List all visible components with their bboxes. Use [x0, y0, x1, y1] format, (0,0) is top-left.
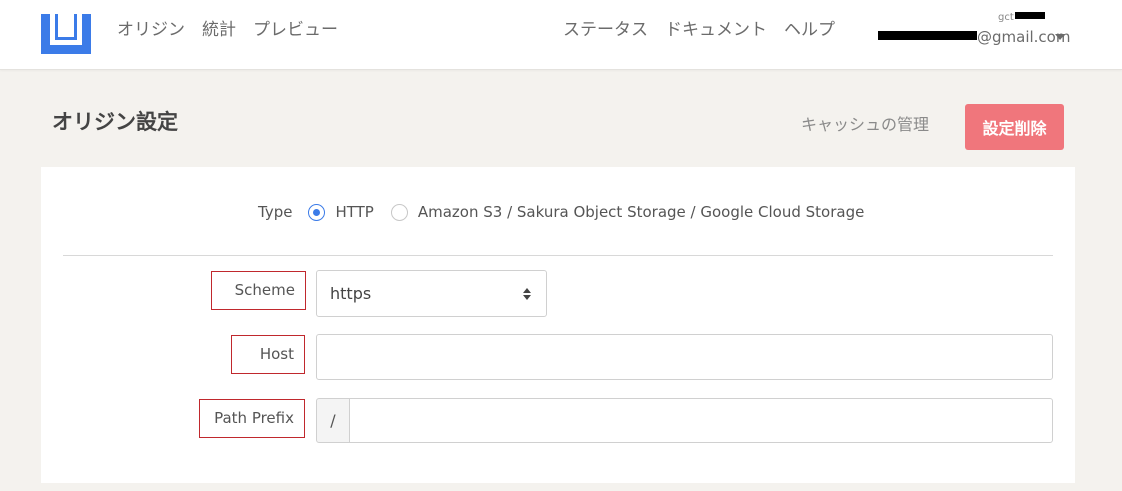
path-prefix-addon: / [316, 398, 350, 443]
nav-preview[interactable]: プレビュー [253, 18, 338, 42]
path-prefix-label: Path Prefix [199, 399, 305, 438]
scheme-select-value: https [330, 284, 372, 303]
scheme-label: Scheme [211, 271, 306, 310]
secondary-nav: ステータス ドキュメント ヘルプ [563, 18, 835, 42]
type-label: Type [258, 203, 293, 221]
page-title: オリジン設定 [52, 110, 178, 134]
nav-help[interactable]: ヘルプ [784, 18, 835, 42]
origin-settings-form: Type HTTP Amazon S3 / Sakura Object Stor… [41, 167, 1075, 483]
type-radio-group: Type HTTP Amazon S3 / Sakura Object Stor… [258, 201, 881, 223]
cache-management-link[interactable]: キャッシュの管理 [801, 114, 929, 136]
account-menu[interactable]: gct @gmail.com [878, 11, 1070, 57]
account-email: @gmail.com [878, 27, 1070, 47]
nav-origin[interactable]: オリジン [117, 18, 185, 42]
select-arrows-icon [523, 288, 532, 301]
radio-object-storage[interactable] [390, 203, 408, 221]
nav-docs[interactable]: ドキュメント [665, 18, 767, 42]
redaction-bar [878, 31, 977, 40]
caret-down-icon[interactable] [1055, 34, 1065, 40]
nav-status[interactable]: ステータス [563, 18, 648, 42]
primary-nav: オリジン 統計 プレビュー [117, 18, 338, 42]
host-label: Host [231, 335, 305, 374]
top-navbar: オリジン 統計 プレビュー ステータス ドキュメント ヘルプ gct @gmai… [0, 0, 1122, 70]
delete-settings-button[interactable]: 設定削除 [965, 104, 1064, 150]
redaction-bar [1014, 12, 1045, 19]
radio-object-storage-label[interactable]: Amazon S3 / Sakura Object Storage / Goog… [418, 203, 864, 221]
host-input[interactable] [316, 334, 1053, 380]
divider [63, 255, 1053, 256]
scheme-select[interactable]: https [316, 270, 547, 317]
radio-http[interactable] [308, 203, 326, 221]
account-name: gct [998, 11, 1045, 25]
nav-stats[interactable]: 統計 [202, 18, 236, 42]
bracket-logo-icon[interactable] [41, 14, 91, 54]
radio-http-label[interactable]: HTTP [335, 203, 373, 221]
path-prefix-input[interactable] [349, 398, 1053, 443]
